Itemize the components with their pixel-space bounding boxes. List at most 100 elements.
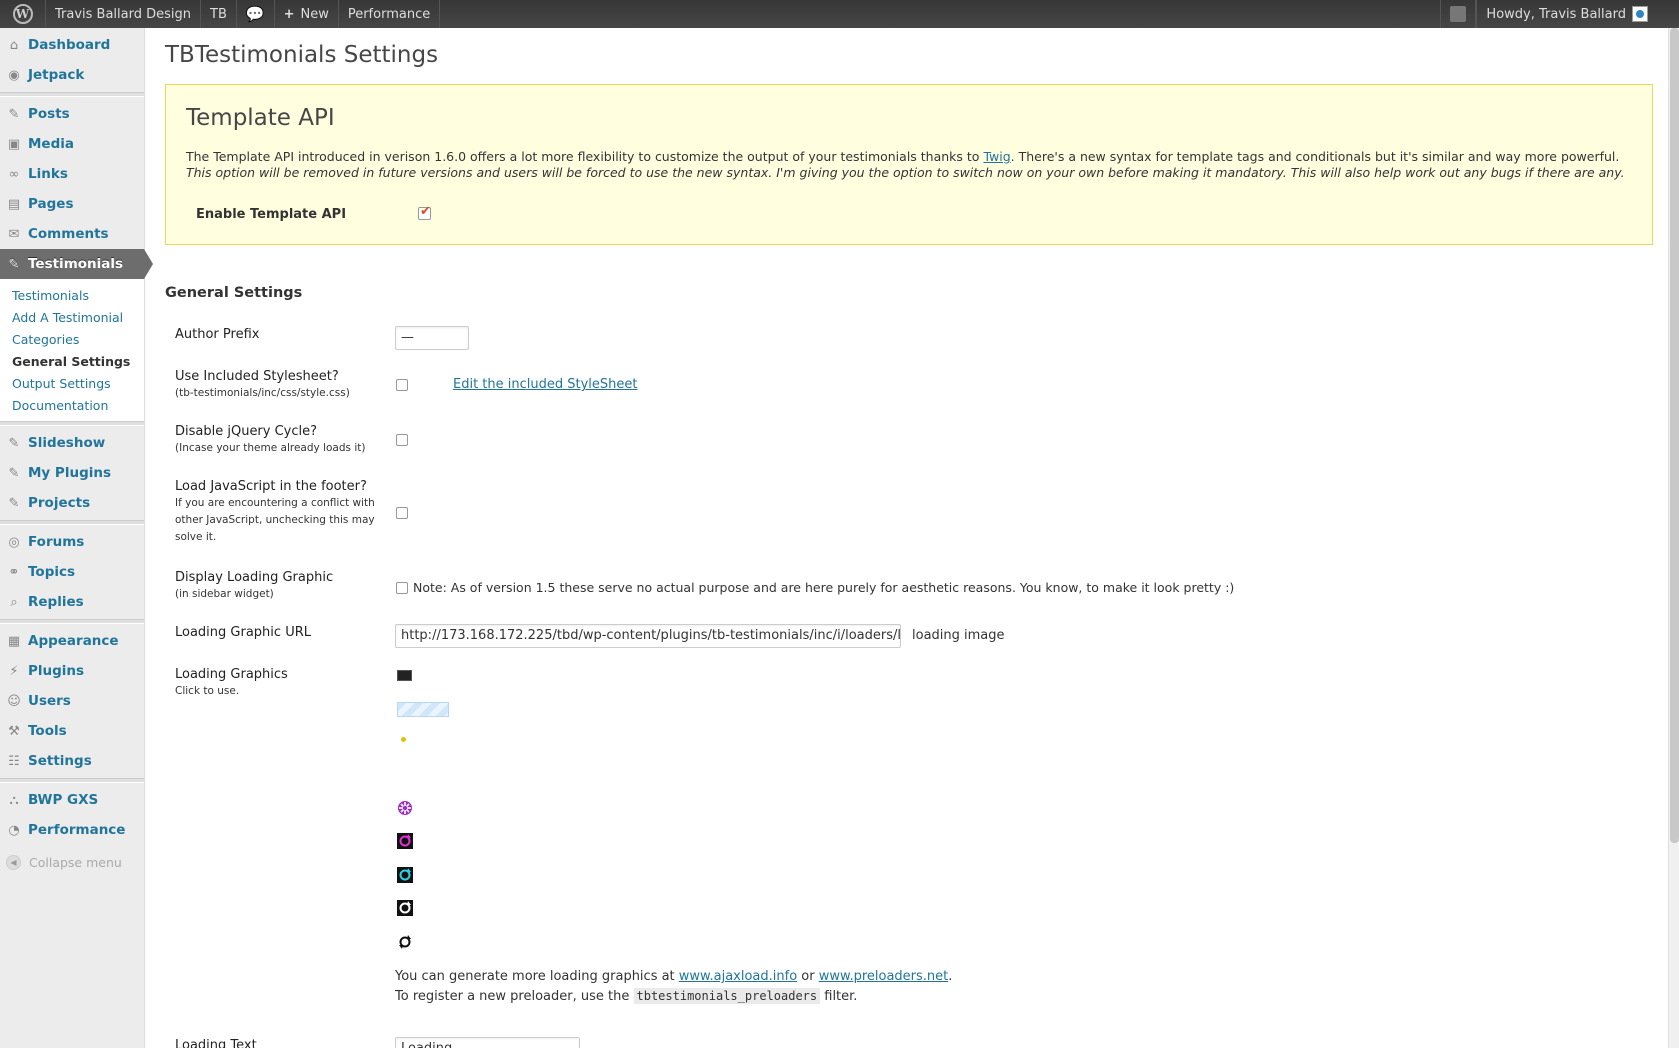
menu-media[interactable]: ▣ Media — [0, 129, 144, 159]
avatar — [1632, 6, 1648, 22]
pushpin-icon: ✎ — [8, 435, 20, 451]
links-icon: ∞ — [8, 166, 20, 182]
menu-tools[interactable]: ⚒ Tools — [0, 716, 144, 746]
submenu-documentation[interactable]: Documentation — [0, 395, 144, 417]
pages-icon: ▤ — [7, 196, 21, 212]
pushpin-icon: ✎ — [8, 256, 20, 272]
performance-menu[interactable]: Performance — [339, 0, 441, 28]
twig-link[interactable]: Twig — [983, 149, 1010, 164]
author-prefix-label: Author Prefix — [175, 327, 260, 342]
submenu-categories[interactable]: Categories — [0, 329, 144, 351]
footer-js-checkbox[interactable] — [396, 507, 408, 519]
tb-menu[interactable]: TB — [201, 0, 237, 28]
author-prefix-input[interactable]: — — [395, 326, 469, 350]
howdy-text: Howdy, Travis Ballard — [1486, 6, 1626, 22]
loader-white-refresh-icon[interactable] — [397, 900, 413, 916]
menu-replies[interactable]: ⌕ Replies — [0, 587, 144, 617]
site-name-link[interactable]: Travis Ballard Design — [46, 0, 202, 28]
new-label: New — [300, 6, 329, 22]
pushpin-icon: ✎ — [8, 495, 20, 511]
menu-dashboard[interactable]: ⌂ Dashboard — [0, 30, 144, 60]
admin-sidebar: ⌂ Dashboard ◉ Jetpack ✎ Posts ▣ Media ∞ Links… — [0, 28, 153, 1048]
loader-cyan-refresh-icon[interactable] — [397, 867, 413, 883]
appearance-icon: ▦ — [7, 633, 21, 649]
menu-separator — [0, 619, 144, 624]
stylesheet-label: Use Included Stylesheet? (tb-testimonials… — [175, 369, 350, 399]
comments-icon[interactable]: 💬 — [237, 0, 275, 28]
menu-slideshow[interactable]: ✎ Slideshow — [0, 428, 144, 458]
submenu-output-settings[interactable]: Output Settings — [0, 373, 144, 395]
loading-text-input[interactable]: Loading — [395, 1037, 580, 1048]
loader-magenta-refresh-icon[interactable] — [397, 833, 413, 849]
enable-template-api-label: Enable Template API — [196, 207, 347, 222]
menu-projects[interactable]: ✎ Projects — [0, 488, 144, 518]
users-icon: ☺ — [7, 693, 21, 709]
menu-comments[interactable]: ✉ Comments — [0, 219, 144, 249]
menu-pages[interactable]: ▤ Pages — [0, 189, 144, 219]
submenu-testimonials[interactable]: Testimonials — [0, 285, 144, 307]
loader-black-refresh-icon[interactable] — [397, 934, 413, 950]
menu-settings[interactable]: ☷ Settings — [0, 746, 144, 776]
menu-jetpack[interactable]: ◉ Jetpack — [0, 60, 144, 90]
menu-links[interactable]: ∞ Links — [0, 159, 144, 189]
loading-text-label: Loading Text — [175, 1038, 257, 1048]
menu-separator — [0, 778, 144, 783]
preloaders-link[interactable]: www.preloaders.net — [819, 969, 949, 984]
media-icon: ▣ — [7, 136, 21, 152]
use-stylesheet-checkbox[interactable] — [396, 379, 408, 391]
disable-jquery-cycle-checkbox[interactable] — [396, 434, 408, 446]
menu-performance[interactable]: ◔ Performance — [0, 815, 144, 845]
loader-dot-icon[interactable] — [401, 737, 406, 742]
wordpress-logo-icon[interactable]: W — [0, 0, 46, 28]
footer-js-label: Load JavaScript in the footer? If you are… — [175, 479, 375, 543]
menu-testimonials[interactable]: ✎ Testimonials — [0, 249, 153, 279]
menu-appearance[interactable]: ▦ Appearance — [0, 626, 144, 656]
generate-more-text: You can generate more loading graphics a… — [395, 969, 953, 984]
loading-graphics-label: Loading Graphics Click to use. — [175, 667, 288, 697]
notice-line-1: The Template API introduced in verison 1… — [186, 149, 1620, 164]
submenu-add-testimonial[interactable]: Add A Testimonial — [0, 307, 144, 329]
menu-forums[interactable]: ◎ Forums — [0, 527, 144, 557]
loading-graphic-label: Display Loading Graphic (in sidebar widge… — [175, 570, 334, 600]
menu-topics[interactable]: ⚭ Topics — [0, 557, 144, 587]
notice-line-2: This option will be removed in future ve… — [186, 165, 1625, 180]
preloader-filter-code: tbtestimonials_preloaders — [633, 988, 821, 1004]
loading-graphic-url-input[interactable]: http://173.168.172.225/tbd/wp-content/pl… — [395, 624, 901, 648]
menu-posts[interactable]: ✎ Posts — [0, 99, 144, 129]
template-api-notice: Template API The Template API introduced… — [165, 84, 1653, 245]
cache-icon[interactable] — [1440, 0, 1477, 28]
sitemap-icon: ⛬ — [9, 792, 19, 808]
account-menu[interactable]: Howdy, Travis Ballard — [1476, 0, 1657, 28]
general-settings-heading: General Settings — [165, 285, 303, 301]
loader-purple-spinner-icon[interactable] — [397, 800, 413, 816]
collapse-menu[interactable]: ◀ Collapse menu — [0, 847, 144, 877]
ajaxload-link[interactable]: www.ajaxload.info — [679, 969, 797, 984]
menu-users[interactable]: ☺ Users — [0, 686, 144, 716]
collapse-arrow-icon: ◀ — [6, 854, 21, 870]
settings-icon: ☷ — [8, 753, 20, 769]
menu-bwp-gxs[interactable]: ⛬ BWP GXS — [0, 785, 144, 815]
menu-separator — [0, 421, 144, 426]
page-scrollbar[interactable] — [1668, 28, 1679, 1048]
menu-plugins[interactable]: ⚡ Plugins — [0, 656, 144, 686]
menu-separator — [0, 92, 144, 97]
comments-icon: ✉ — [8, 226, 20, 242]
enable-template-api-checkbox[interactable] — [418, 204, 431, 220]
main-content: TBTestimonials Settings Template API The… — [165, 28, 1665, 1048]
jetpack-icon: ◉ — [8, 67, 20, 83]
loader-striped-bar-icon[interactable] — [397, 702, 449, 717]
menu-separator — [0, 520, 144, 525]
submenu-general-settings[interactable]: General Settings — [0, 351, 144, 373]
loader-bar-icon[interactable] — [397, 670, 412, 681]
loading-graphic-note: Note: As of version 1.5 these serve no a… — [413, 580, 1235, 595]
menu-my-plugins[interactable]: ✎ My Plugins — [0, 458, 144, 488]
scrollbar-thumb[interactable] — [1670, 28, 1679, 843]
new-content-menu[interactable]: + New — [275, 0, 339, 28]
plugins-icon: ⚡ — [9, 663, 19, 679]
plus-icon: + — [283, 6, 295, 22]
loading-image-preview-text: loading image — [912, 628, 1005, 643]
testimonials-submenu: Testimonials Add A Testimonial Categorie… — [0, 279, 144, 421]
edit-stylesheet-link[interactable]: Edit the included StyleSheet — [453, 377, 638, 392]
display-loading-graphic-checkbox[interactable] — [396, 582, 408, 594]
register-preloader-text: To register a new preloader, use the tbt… — [395, 988, 858, 1004]
